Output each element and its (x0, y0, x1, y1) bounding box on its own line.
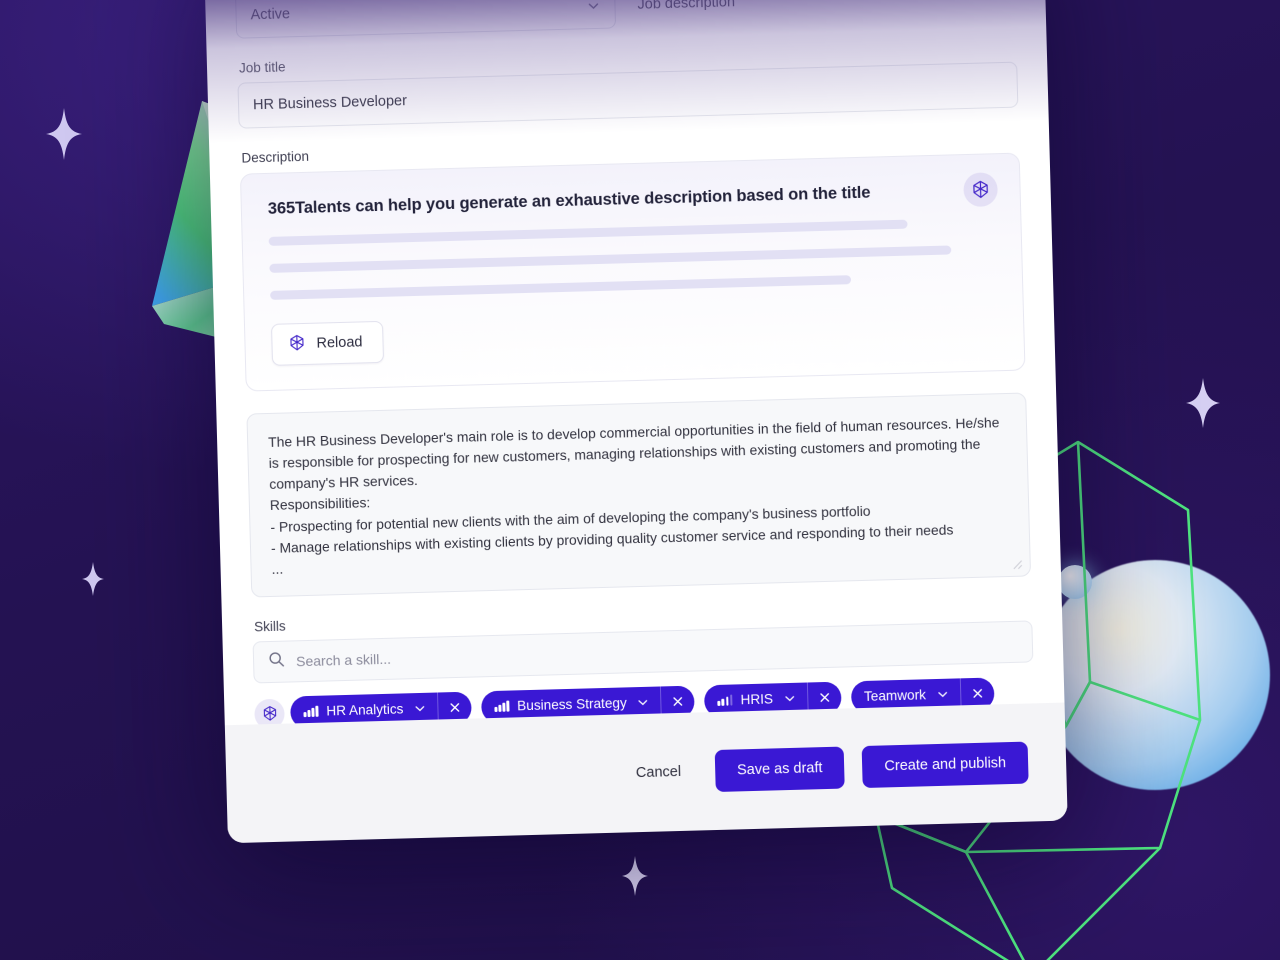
job-creation-modal: Active Job description Job title HR Busi… (203, 0, 1068, 844)
description-textarea[interactable]: The HR Business Developer's main role is… (246, 392, 1032, 598)
skill-tag-label: Business Strategy (517, 695, 627, 714)
sparkle-icon (82, 562, 104, 596)
chevron-down-icon (586, 0, 600, 13)
save-as-draft-button[interactable]: Save as draft (714, 746, 846, 793)
reload-button-label: Reload (316, 334, 363, 352)
skill-level-bars-icon (717, 694, 733, 707)
search-icon (268, 650, 286, 672)
skill-tag-label: Teamwork (863, 687, 927, 705)
skill-tag-label: HRIS (740, 691, 774, 708)
skill-search-placeholder: Search a skill... (295, 650, 392, 670)
skeleton-line (269, 245, 952, 273)
skill-level-bars-icon (494, 700, 510, 713)
status-select[interactable]: Active (234, 0, 617, 39)
chevron-down-icon[interactable] (413, 702, 426, 715)
create-and-publish-button[interactable]: Create and publish (861, 741, 1029, 789)
chevron-down-icon[interactable] (637, 696, 650, 709)
chevron-down-icon[interactable] (783, 692, 796, 705)
sparkle-icon (1186, 378, 1220, 428)
status-select-value: Active (250, 6, 291, 24)
reload-button[interactable]: Reload (270, 320, 385, 366)
gem-icon (288, 333, 306, 354)
ai-suggestion-card: 365Talents can help you generate an exha… (239, 152, 1026, 392)
skeleton-line (268, 219, 908, 246)
resize-grip-icon[interactable] (1009, 556, 1023, 570)
ai-gem-icon (963, 172, 999, 208)
ai-suggestion-title: 365Talents can help you generate an exha… (267, 183, 871, 218)
sparkle-icon (46, 108, 82, 160)
status-row: Active Job description (233, 0, 1016, 39)
skill-tag-label: HR Analytics (326, 701, 404, 719)
sparkle-icon (622, 856, 648, 896)
modal-footer: Cancel Save as draft Create and publish (224, 702, 1068, 844)
cancel-button[interactable]: Cancel (619, 754, 697, 792)
skill-level-bars-icon (303, 706, 319, 718)
chevron-down-icon[interactable] (936, 688, 949, 701)
modal-body: Active Job description Job title HR Busi… (203, 0, 1064, 772)
skeleton-line (270, 275, 851, 300)
job-description-label: Job description (637, 0, 736, 13)
